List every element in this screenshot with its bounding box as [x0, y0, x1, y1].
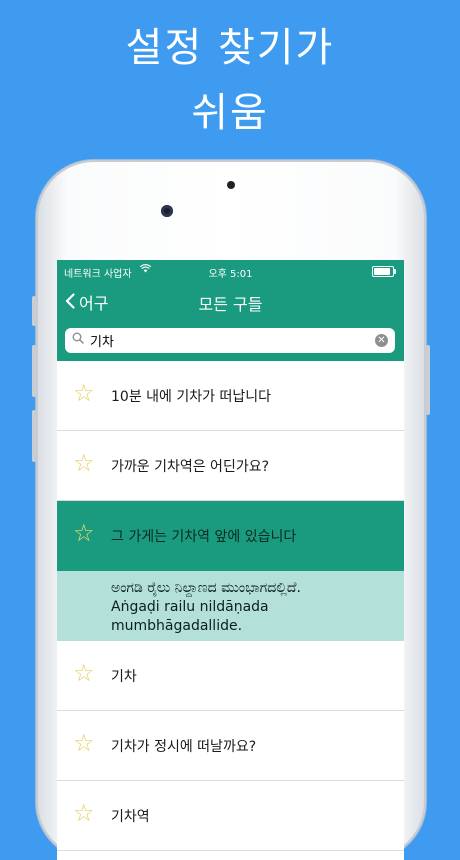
list-item[interactable]: ☆ 가까운 기차역은 어딘가요?: [57, 431, 404, 501]
phone-camera: [161, 205, 173, 217]
status-bar: 네트워크 사업자 오후 5:01: [57, 260, 404, 280]
translation-native-text: ಅಂಗಡಿ ರೈಲು ನಿಲ್ದಾಣದ ಮುಂಭಾಗದಲ್ಲಿದೆ.: [111, 580, 301, 596]
phrase-list: ☆ 10분 내에 기차가 떠납니다 ☆ 가까운 기차역은 어딘가요? ☆ 그 가…: [57, 361, 404, 851]
phrase-text: 가까운 기차역은 어딘가요?: [111, 459, 270, 475]
star-outline-icon[interactable]: ☆: [73, 521, 95, 545]
navigation-bar: 어구 모든 구들: [57, 280, 404, 320]
phone-power-button: [426, 345, 430, 415]
battery-icon: [372, 266, 396, 277]
list-item[interactable]: ☆ 기차역: [57, 781, 404, 851]
star-outline-icon[interactable]: ☆: [73, 661, 95, 685]
promo-headline-line1: 설정 찾기가: [125, 25, 335, 71]
star-outline-icon[interactable]: ☆: [73, 451, 95, 475]
search-input[interactable]: [90, 330, 360, 351]
phrase-text: 기차: [111, 669, 137, 685]
phone-screen: 네트워크 사업자 오후 5:01 어구 모든 구들 ✕ ☆ 10분 내에 기차가…: [57, 260, 404, 860]
phone-volume-up-button: [32, 345, 36, 397]
translation-panel: ಅಂಗಡಿ ರೈಲು ನಿಲ್ದಾಣದ ಮುಂಭಾಗದಲ್ಲಿದೆ. Aṅgaḍ…: [57, 571, 404, 641]
star-outline-icon[interactable]: ☆: [73, 801, 95, 825]
phrase-text: 기차가 정시에 떠날까요?: [111, 739, 257, 755]
phrase-text: 기차역: [111, 809, 150, 825]
status-time: 오후 5:01: [208, 269, 253, 280]
phrase-text: 10분 내에 기차가 떠납니다: [111, 389, 271, 405]
list-item[interactable]: ☆ 10분 내에 기차가 떠납니다: [57, 361, 404, 431]
phone-volume-down-button: [32, 410, 36, 462]
magnifier-icon: [72, 332, 84, 348]
phrase-text: 그 가게는 기차역 앞에 있습니다: [111, 529, 297, 545]
search-field[interactable]: ✕: [65, 328, 395, 353]
phone-side-button: [32, 296, 36, 326]
phone-sensor: [227, 181, 235, 189]
star-outline-icon[interactable]: ☆: [73, 731, 95, 755]
star-outline-icon[interactable]: ☆: [73, 381, 95, 405]
promo-headline-line2: 쉬움: [191, 90, 269, 136]
list-item[interactable]: ☆ 기차가 정시에 떠날까요?: [57, 711, 404, 781]
clear-x-icon[interactable]: ✕: [375, 334, 388, 347]
page-title: 모든 구들: [198, 295, 263, 314]
translation-romanized-line2: mumbhāgadallide.: [111, 618, 243, 634]
search-bar: ✕: [57, 320, 404, 361]
list-item[interactable]: ☆ 기차: [57, 641, 404, 711]
translation-romanized-line1: Aṅgaḍi railu nildāṇada: [111, 599, 269, 615]
list-item-selected[interactable]: ☆ 그 가게는 기차역 앞에 있습니다: [57, 501, 404, 571]
